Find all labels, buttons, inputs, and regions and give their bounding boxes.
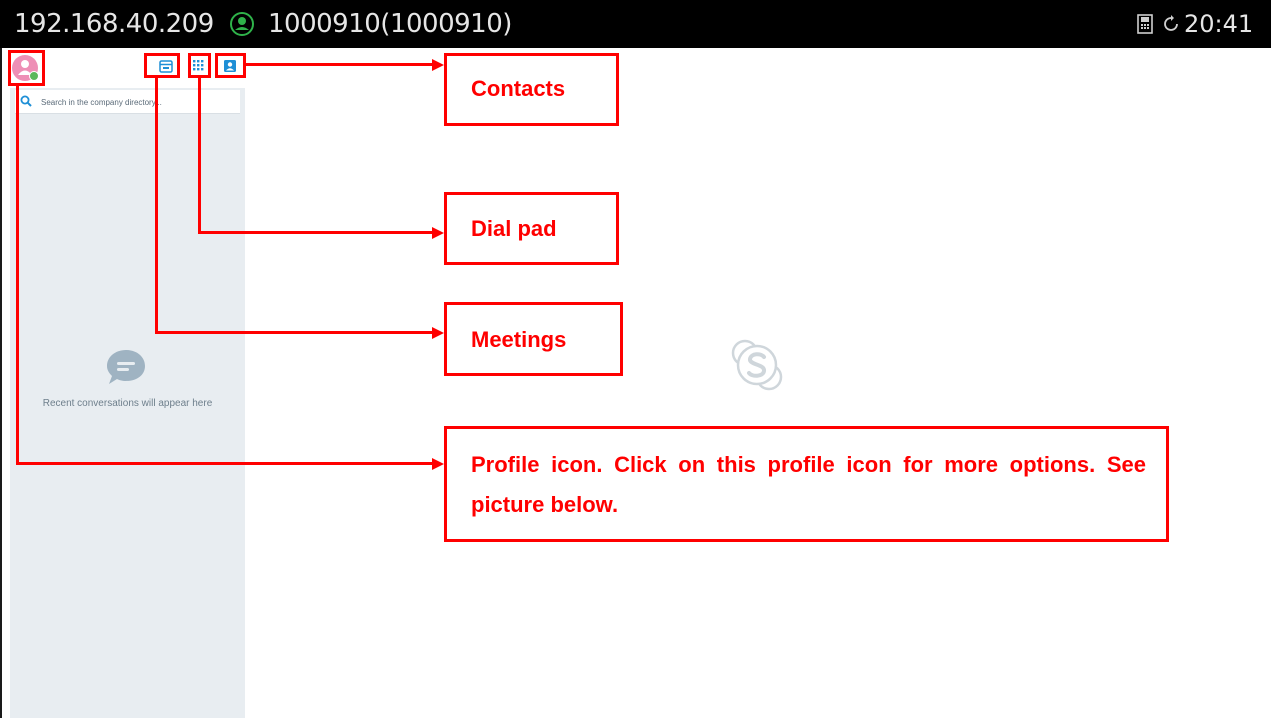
contacts-connector: [245, 63, 433, 66]
profile-callout: Profile icon. Click on this profile icon…: [444, 426, 1169, 542]
directory-search[interactable]: [15, 90, 240, 114]
meetings-callout: Meetings: [444, 302, 623, 376]
account-status-icon: [230, 12, 254, 36]
clock: 20:41: [1184, 10, 1254, 38]
dialpad-arrow-icon: [432, 227, 444, 239]
dialpad-callout-text: Dial pad: [471, 216, 557, 241]
contacts-arrow-icon: [432, 59, 444, 71]
window-edge: [0, 48, 2, 718]
search-icon: [20, 95, 32, 107]
profile-highlight: [8, 50, 45, 86]
screen: 192.168.40.209 1000910(1000910) 20:41 Se…: [0, 0, 1271, 718]
sync-icon: [1164, 15, 1178, 31]
meetings-callout-text: Meetings: [471, 327, 567, 352]
contacts-callout-text: Contacts: [471, 76, 566, 101]
account-label: 1000910(1000910): [268, 9, 512, 39]
meetings-arrow-icon: [432, 327, 444, 339]
contacts-highlight: [215, 53, 246, 78]
dialpad-callout: Dial pad: [444, 192, 619, 265]
phone-icon: [1137, 14, 1153, 34]
search-input[interactable]: [41, 94, 236, 110]
status-bar: 192.168.40.209 1000910(1000910) 20:41: [0, 0, 1271, 48]
skype-logo-icon: [731, 339, 783, 391]
meetings-highlight: [144, 53, 180, 78]
dialpad-connector: [198, 231, 433, 234]
profile-callout-text: Profile icon. Click on this profile icon…: [471, 452, 1146, 517]
profile-arrow-icon: [432, 458, 444, 470]
dialpad-highlight: [188, 53, 211, 78]
chat-bubble-icon: [107, 350, 145, 384]
meetings-connector-vertical: [155, 78, 158, 334]
profile-connector: [16, 462, 433, 465]
profile-connector-vertical: [16, 86, 19, 465]
ip-address: 192.168.40.209: [14, 9, 214, 39]
dialpad-connector-vertical: [198, 78, 201, 234]
meetings-connector: [155, 331, 433, 334]
empty-state-text: Recent conversations will appear here: [42, 398, 213, 409]
contacts-callout: Contacts: [444, 53, 619, 126]
